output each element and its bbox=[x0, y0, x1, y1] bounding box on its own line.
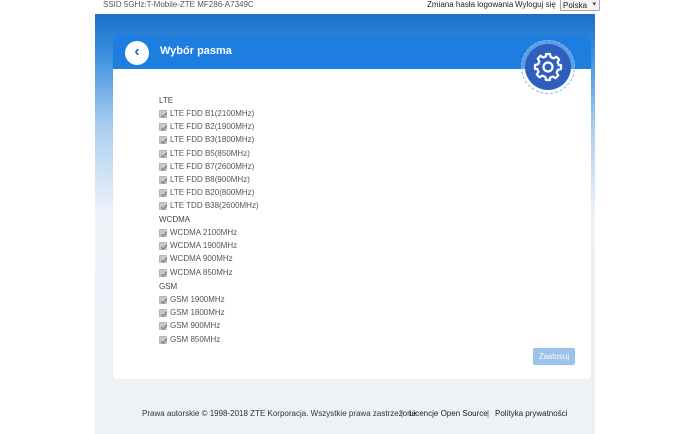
back-button[interactable]: ‹ bbox=[125, 41, 149, 65]
check-icon bbox=[160, 244, 168, 251]
chevron-down-icon: ▾ bbox=[592, 1, 596, 8]
band-checkbox[interactable] bbox=[159, 242, 168, 251]
check-icon bbox=[160, 191, 168, 198]
logout-link[interactable]: Wyloguj się bbox=[515, 0, 556, 9]
footer-separator: | bbox=[401, 409, 404, 418]
copyright-text: Prawa autorskie © 1998-2018 ZTE Korporac… bbox=[142, 409, 417, 418]
band-option-label: LTE FDD B1(2100MHz) bbox=[170, 109, 255, 118]
band-option-label: WCDMA 850MHz bbox=[170, 267, 233, 277]
band-option-label: LTE FDD B20(800MHz) bbox=[170, 188, 255, 198]
band-option-label: WCDMA 1900MHz bbox=[170, 241, 238, 251]
band-option-label: LTE FDD B7(2600MHz) bbox=[170, 161, 255, 171]
band-option-label: LTE FDD B8(900MHz) bbox=[170, 175, 250, 184]
band-checkbox[interactable] bbox=[159, 162, 168, 171]
check-icon bbox=[160, 311, 168, 318]
gsm-group-label: GSM bbox=[159, 282, 178, 291]
wcdma-group-label: WCDMA bbox=[159, 215, 191, 224]
band-checkbox[interactable] bbox=[159, 309, 168, 318]
card-header: ‹ Wybór pasma bbox=[113, 35, 591, 69]
gear-icon bbox=[525, 44, 571, 90]
band-checkbox[interactable] bbox=[159, 123, 168, 132]
band-checkbox[interactable] bbox=[159, 202, 168, 211]
band-checkbox[interactable] bbox=[159, 229, 168, 237]
check-icon bbox=[160, 271, 168, 277]
chevron-left-icon: ‹ bbox=[134, 43, 140, 60]
open-source-licenses-link[interactable]: Licencje Open Source bbox=[409, 409, 488, 418]
band-option-label: GSM 1800MHz bbox=[170, 308, 225, 318]
check-icon bbox=[160, 338, 168, 344]
change-password-link[interactable]: Zmiana hasła logowania bbox=[427, 0, 513, 9]
band-option-label: GSM 850MHz bbox=[170, 334, 221, 344]
check-icon bbox=[160, 204, 168, 211]
language-select[interactable]: Polska ▾ bbox=[560, 0, 600, 11]
check-icon bbox=[160, 152, 168, 158]
footer-separator: | bbox=[487, 409, 490, 418]
footer: Prawa autorskie © 1998-2018 ZTE Korporac… bbox=[95, 403, 595, 434]
privacy-policy-link[interactable]: Polityka prywatności bbox=[495, 409, 567, 418]
check-icon bbox=[160, 298, 168, 304]
check-icon bbox=[160, 165, 168, 171]
band-checkbox[interactable] bbox=[159, 149, 168, 158]
band-checkbox[interactable] bbox=[159, 110, 168, 118]
band-checkbox[interactable] bbox=[159, 136, 168, 145]
band-option-label: WCDMA 2100MHz bbox=[170, 228, 238, 237]
band-option-label: LTE FDD B2(1900MHz) bbox=[170, 122, 255, 132]
page-title: Wybór pasma bbox=[160, 45, 232, 57]
language-value: Polska bbox=[563, 1, 588, 10]
check-icon bbox=[160, 324, 168, 331]
band-checkbox[interactable] bbox=[159, 176, 168, 184]
band-checkbox[interactable] bbox=[159, 268, 168, 277]
band-checkbox[interactable] bbox=[159, 255, 168, 264]
check-icon bbox=[160, 231, 168, 237]
check-icon bbox=[160, 257, 168, 264]
band-option-label: GSM 900MHz bbox=[170, 321, 221, 331]
lte-group-label: LTE bbox=[159, 96, 174, 105]
band-option-label: WCDMA 900MHz bbox=[170, 254, 233, 264]
check-icon bbox=[160, 138, 168, 145]
check-icon bbox=[160, 125, 168, 132]
band-option-label: LTE FDD B3(1800MHz) bbox=[170, 135, 255, 145]
top-bar: SSID 5GHz:T-Mobile-ZTE MF286-A7349C Zmia… bbox=[0, 0, 690, 14]
check-icon bbox=[160, 112, 168, 118]
band-checkbox[interactable] bbox=[159, 322, 168, 331]
band-checkbox[interactable] bbox=[159, 189, 168, 198]
band-checkbox[interactable] bbox=[159, 296, 168, 304]
apply-button[interactable]: Zastosuj bbox=[533, 348, 575, 365]
band-option-label: LTE FDD B5(850MHz) bbox=[170, 148, 250, 158]
band-option-label: GSM 1900MHz bbox=[170, 295, 225, 304]
band-checkbox[interactable] bbox=[159, 335, 168, 344]
ssid-label: SSID 5GHz:T-Mobile-ZTE MF286-A7349C bbox=[103, 0, 254, 9]
band-option-label: LTE TDD B38(2600MHz) bbox=[170, 201, 259, 211]
check-icon bbox=[160, 178, 168, 184]
